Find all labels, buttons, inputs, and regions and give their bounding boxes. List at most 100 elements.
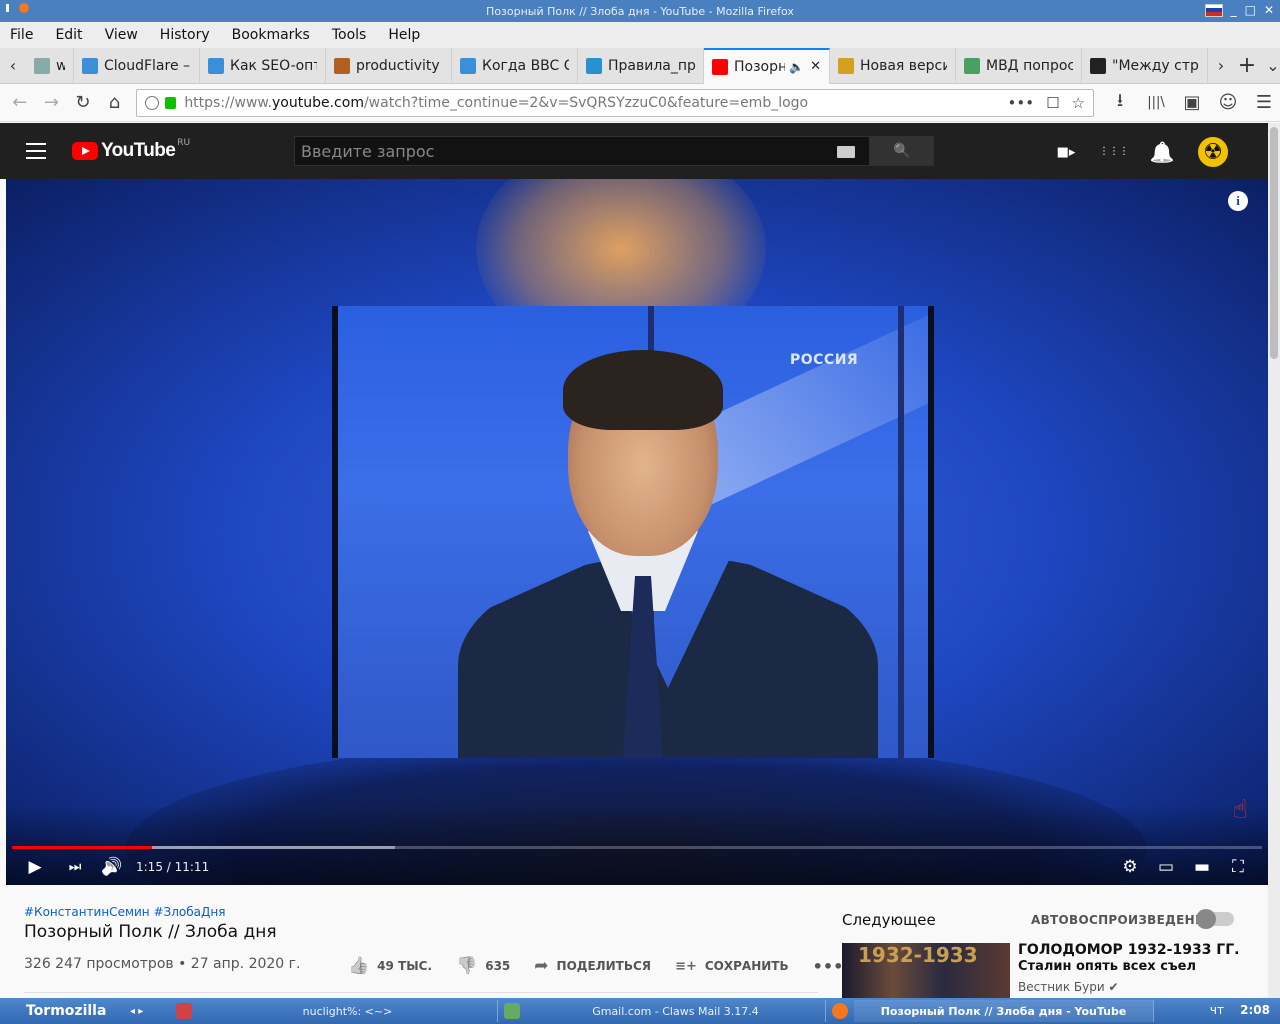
- save-button[interactable]: ≡+ СОХРАНИТЬ: [675, 959, 789, 974]
- firefox-icon: [19, 3, 29, 13]
- app-menu-icon[interactable]: ☰: [1248, 88, 1280, 118]
- info-icon[interactable]: i: [1228, 191, 1248, 211]
- pocket-icon[interactable]: ☐: [1046, 94, 1059, 112]
- fullscreen-icon[interactable]: ⛶: [1226, 855, 1250, 879]
- page-scrollbar[interactable]: [1268, 123, 1280, 999]
- dislike-button[interactable]: 👎 635: [456, 956, 510, 976]
- like-button[interactable]: 👍 49 ТЫС.: [348, 956, 432, 976]
- url-text[interactable]: https://www.youtube.com/watch?time_conti…: [184, 95, 995, 111]
- window-title: Позорный Полк // Злоба дня - YouTube - M…: [486, 4, 794, 18]
- close-window-button[interactable]: ✕: [1264, 3, 1274, 17]
- theater-mode-icon[interactable]: ▬: [1190, 855, 1214, 879]
- keyboard-layout[interactable]: чт: [1210, 1003, 1224, 1017]
- url-bar[interactable]: https://www.youtube.com/watch?time_conti…: [136, 88, 1094, 117]
- menu-file[interactable]: File: [10, 27, 33, 43]
- tab-close-icon[interactable]: ✕: [810, 59, 821, 74]
- avatar[interactable]: ☢: [1196, 135, 1230, 169]
- related-video-subtitle[interactable]: Сталин опять всех съел: [1018, 959, 1196, 974]
- tab-favicon-icon: [34, 57, 50, 74]
- settings-gear-icon[interactable]: ⚙: [1118, 855, 1142, 879]
- library-icon[interactable]: |||\: [1140, 88, 1172, 118]
- start-menu-button[interactable]: Tormozilla: [0, 1003, 130, 1019]
- tab[interactable]: Когда BBC С: [452, 47, 578, 84]
- search-placeholder: Введите запрос: [301, 141, 435, 161]
- up-next-heading: Следующее: [842, 911, 936, 929]
- window-menu-icon[interactable]: [6, 4, 9, 12]
- downloads-icon[interactable]: ⭳: [1104, 88, 1136, 118]
- tab-scroll-left-icon[interactable]: ‹: [0, 48, 26, 84]
- toggle-knob: [1196, 909, 1216, 929]
- new-tab-icon[interactable]: +: [1234, 48, 1260, 84]
- taskbar-item-terminal[interactable]: nuclight%: <~>: [198, 1000, 498, 1022]
- forward-icon[interactable]: →: [36, 88, 68, 118]
- back-icon[interactable]: ←: [4, 88, 36, 118]
- tab[interactable]: CloudFlare –: [74, 47, 200, 84]
- share-button[interactable]: ➦ ПОДЕЛИТЬСЯ: [534, 956, 651, 976]
- maximize-button[interactable]: □: [1245, 3, 1256, 17]
- tab-scroll-right-icon[interactable]: ›: [1208, 48, 1234, 84]
- more-actions-icon[interactable]: •••: [813, 957, 844, 976]
- menu-view[interactable]: View: [105, 27, 138, 43]
- tab-label: Когда BBC С: [482, 57, 569, 74]
- youtube-logo[interactable]: YouTube RU: [72, 138, 190, 162]
- video-hashtags[interactable]: #КонстантинСемин #ЗлобаДня: [24, 905, 225, 919]
- guide-menu-icon[interactable]: [26, 143, 46, 164]
- related-video-channel[interactable]: Вестник Бури ✔: [1018, 980, 1119, 994]
- claws-mail-icon: [504, 1003, 520, 1019]
- tab-favicon-icon: [334, 57, 350, 74]
- tab-list-icon[interactable]: ⌄: [1260, 48, 1280, 84]
- menu-help[interactable]: Help: [388, 27, 420, 43]
- create-video-icon[interactable]: ■▸: [1052, 136, 1080, 168]
- next-video-icon[interactable]: ⏭: [64, 855, 86, 879]
- video-frame: РОССИЯ: [332, 306, 934, 758]
- thumbnail-text: 1932-1933: [858, 943, 978, 967]
- tab-favicon-icon: [460, 57, 476, 74]
- autoplay-toggle[interactable]: [1196, 909, 1234, 929]
- menu-history[interactable]: History: [160, 27, 210, 43]
- play-icon[interactable]: ▶: [24, 855, 46, 879]
- tab[interactable]: Новая верси: [830, 47, 956, 84]
- search-button[interactable]: 🔍: [870, 136, 934, 166]
- progress-bar[interactable]: [12, 846, 1262, 849]
- sidebar-icon[interactable]: ▣: [1176, 88, 1208, 118]
- scrollbar-thumb[interactable]: [1270, 127, 1278, 359]
- related-video-thumbnail[interactable]: 1932-1933: [842, 943, 1010, 999]
- tab[interactable]: МВД попрос: [956, 47, 1082, 84]
- russia-flag-icon: [1204, 3, 1223, 17]
- menu-edit[interactable]: Edit: [55, 27, 82, 43]
- keyboard-icon[interactable]: [837, 146, 855, 158]
- menu-tools[interactable]: Tools: [332, 27, 367, 43]
- volume-icon[interactable]: 🔊: [100, 855, 124, 879]
- home-icon[interactable]: ⌂: [99, 88, 131, 118]
- apps-grid-icon[interactable]: ⋮⋮⋮: [1099, 136, 1129, 168]
- save-playlist-icon: ≡+: [675, 958, 697, 974]
- search-icon: 🔍: [893, 143, 911, 159]
- tab[interactable]: "Между стр: [1082, 47, 1208, 84]
- lock-icon: [165, 96, 177, 109]
- tab[interactable]: Как SEO-опт: [200, 47, 326, 84]
- reload-icon[interactable]: ↻: [67, 88, 99, 118]
- tab-favicon-icon: [586, 57, 602, 74]
- thumbs-down-icon: 👎: [456, 956, 478, 976]
- tab[interactable]: Правила_пр: [578, 47, 704, 84]
- tab-active[interactable]: Позорн 🔈 ✕: [704, 47, 830, 84]
- channel-watermark: РОССИЯ: [790, 352, 859, 368]
- page-actions-icon[interactable]: •••: [1008, 94, 1035, 112]
- tab-favicon-icon: [964, 57, 980, 74]
- related-video-title[interactable]: ГОЛОДОМОР 1932-1933 ГГ.: [1018, 942, 1239, 958]
- account-icon[interactable]: ☺: [1212, 88, 1244, 118]
- site-info-icon[interactable]: [145, 95, 160, 110]
- menu-bookmarks[interactable]: Bookmarks: [232, 27, 310, 43]
- notifications-bell-icon[interactable]: 🔔: [1148, 136, 1176, 168]
- miniplayer-icon[interactable]: ▭: [1154, 855, 1178, 879]
- minimize-button[interactable]: _: [1231, 3, 1237, 17]
- video-player[interactable]: РОССИЯ i ☝ ▶ ⏭ 🔊 1:15 / 11:11 ⚙ ▭ ▬ ⛶: [6, 179, 1268, 885]
- tab[interactable]: productivity: [326, 47, 452, 84]
- search-input[interactable]: Введите запрос: [294, 136, 870, 166]
- workspace-arrows[interactable]: ◂ ▸: [130, 1006, 170, 1017]
- taskbar-item-firefox[interactable]: Позорный Полк // Злоба дня - YouTube: [854, 1000, 1154, 1022]
- bookmark-star-icon[interactable]: ☆: [1072, 94, 1085, 112]
- tab-mute-icon[interactable]: 🔈: [789, 60, 804, 74]
- tab[interactable]: w: [26, 47, 74, 84]
- taskbar-item-mail[interactable]: Gmail.com - Claws Mail 3.17.4: [526, 1000, 826, 1022]
